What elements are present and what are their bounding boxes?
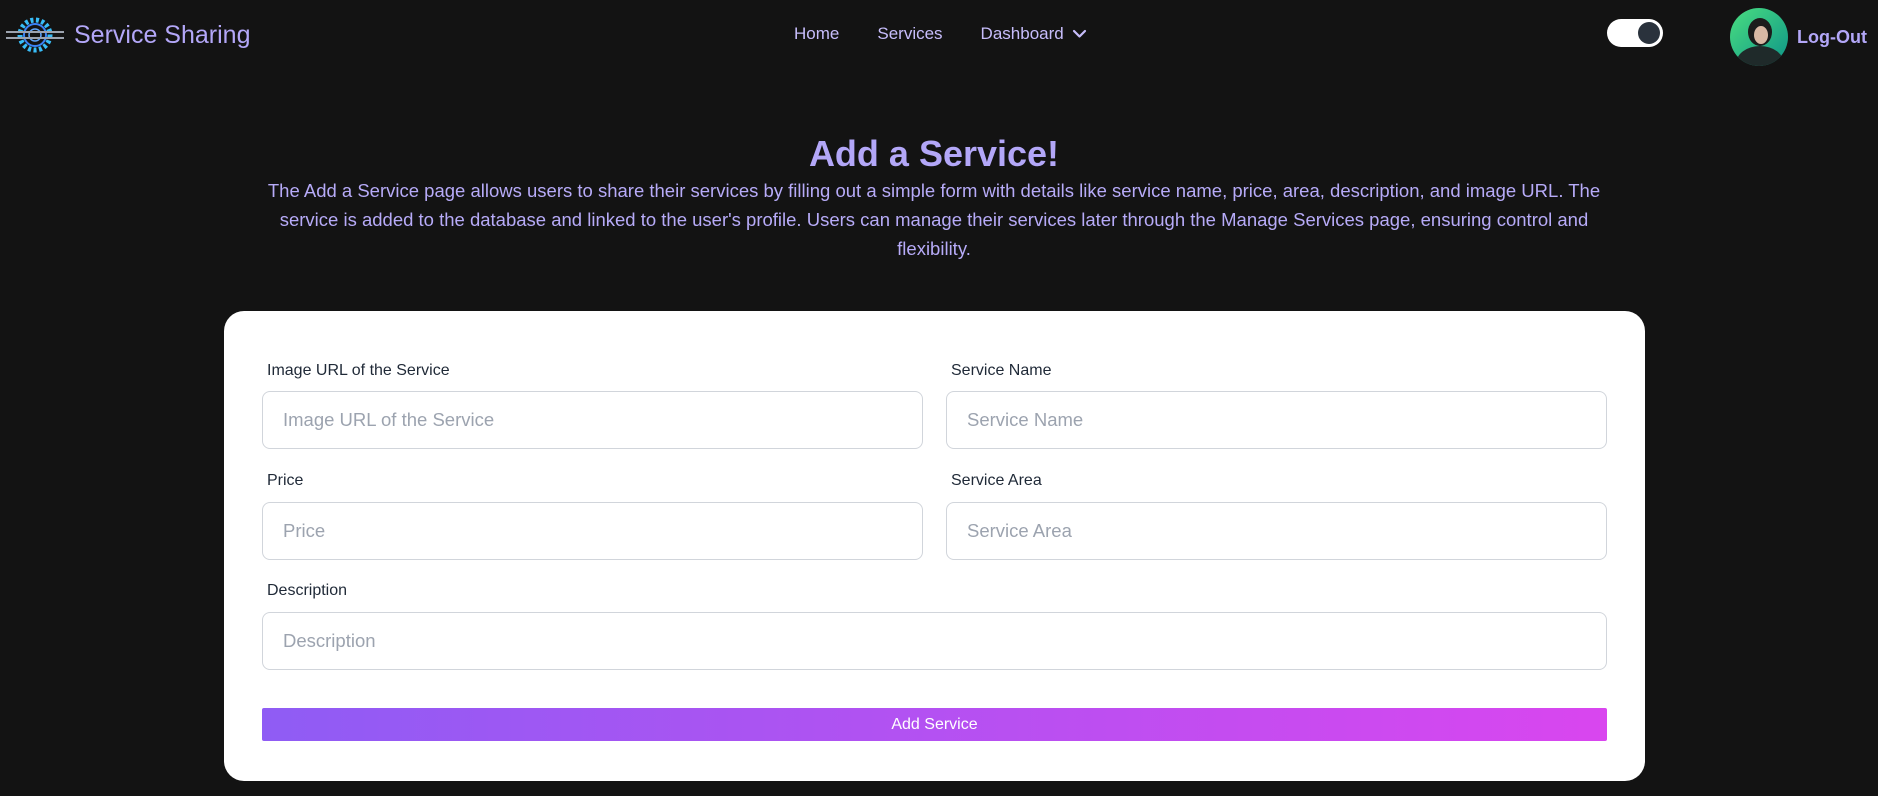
service-name-label: Service Name: [951, 362, 1052, 379]
navbar: Service Sharing Home Services Dashboard …: [0, 0, 1878, 74]
service-area-input[interactable]: [946, 502, 1607, 560]
nav-dashboard-dropdown[interactable]: Dashboard: [981, 24, 1087, 44]
gear-logo-icon: [6, 17, 64, 53]
image-url-input[interactable]: [262, 391, 923, 449]
chevron-down-icon: [1072, 29, 1086, 38]
add-service-form: Image URL of the Service Service Name Pr…: [224, 311, 1645, 781]
nav-services-link[interactable]: Services: [877, 24, 942, 44]
add-service-button[interactable]: Add Service: [262, 708, 1607, 741]
toggle-knob: [1638, 22, 1660, 44]
description-label: Description: [267, 582, 348, 599]
description-input[interactable]: [262, 612, 1607, 670]
nav-home-link[interactable]: Home: [794, 24, 839, 44]
service-area-label: Service Area: [951, 472, 1042, 489]
brand[interactable]: Service Sharing: [6, 14, 250, 56]
price-input[interactable]: [262, 502, 923, 560]
user-avatar[interactable]: [1730, 8, 1788, 66]
theme-toggle[interactable]: [1607, 19, 1663, 47]
service-name-input[interactable]: [946, 391, 1607, 449]
nav-dashboard-label: Dashboard: [980, 24, 1064, 43]
page-title: Add a Service!: [808, 133, 1060, 174]
main-nav: Home Services Dashboard: [794, 24, 1087, 44]
logout-button[interactable]: Log-Out: [1797, 27, 1867, 48]
price-label: Price: [267, 472, 304, 489]
page-description: The Add a Service page allows users to s…: [267, 180, 1601, 259]
image-url-label: Image URL of the Service: [267, 362, 450, 379]
brand-name: Service Sharing: [74, 20, 251, 49]
